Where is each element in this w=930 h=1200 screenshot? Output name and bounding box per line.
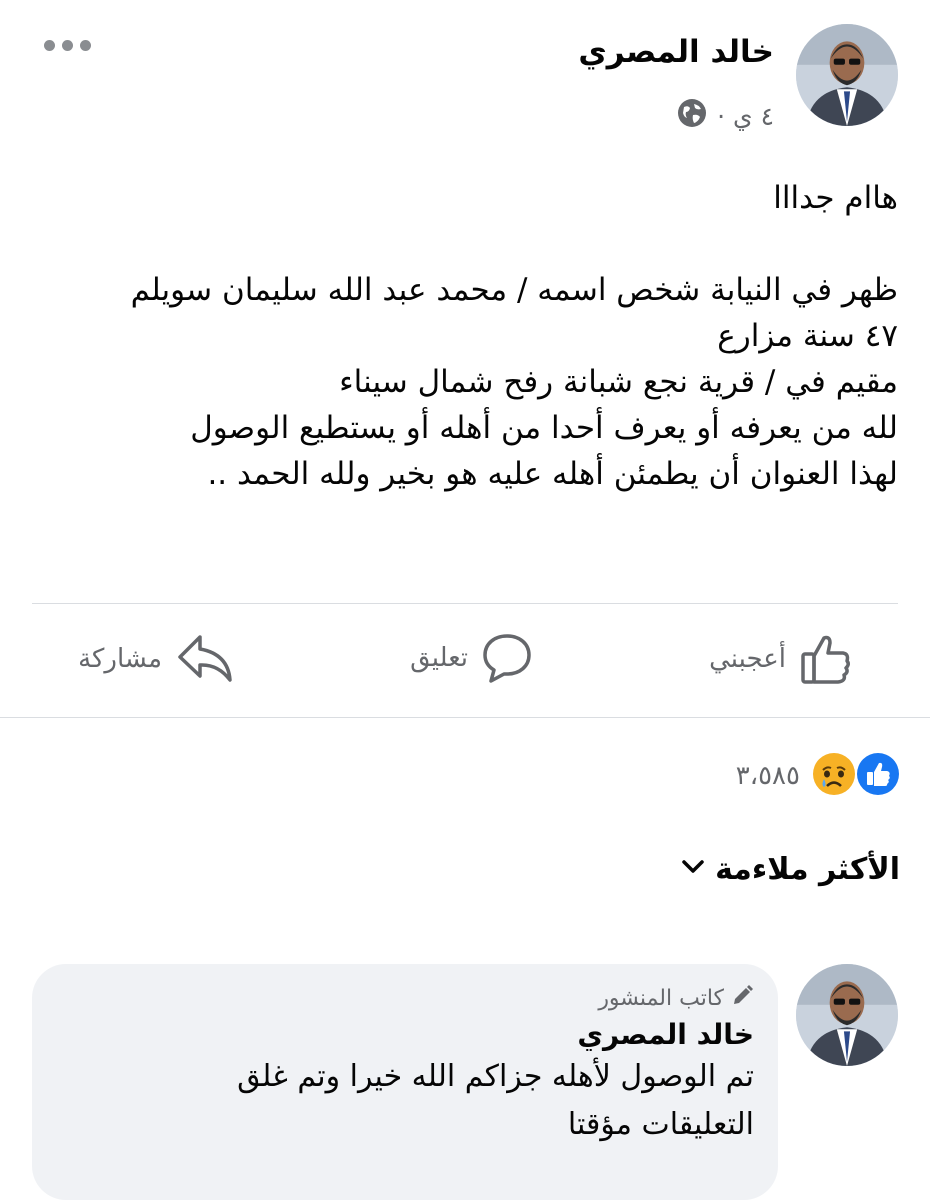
author-badge-label: كاتب المنشور [598, 985, 724, 1011]
more-options-icon[interactable] [44, 40, 91, 51]
comment-bubble: كاتب المنشور خالد المصري تم الوصول لأهله… [32, 964, 778, 1200]
chevron-down-icon [681, 852, 705, 887]
more-dot [44, 40, 55, 51]
sad-icon [812, 752, 856, 800]
share-button[interactable]: مشاركة [78, 632, 234, 686]
sort-label: الأكثر ملاءمة [715, 852, 900, 887]
reactions-summary[interactable]: ٣،٥٨٥ [736, 752, 900, 800]
share-icon [176, 632, 234, 686]
actions-divider [0, 717, 930, 718]
post-timestamp[interactable]: ٤ ي · [717, 102, 774, 131]
like-button[interactable]: أعجبني [709, 632, 852, 686]
pencil-icon [732, 984, 754, 1012]
comment-icon [482, 632, 532, 684]
comment-button[interactable]: تعليق [410, 632, 532, 684]
reaction-count: ٣،٥٨٥ [735, 761, 800, 791]
author-avatar[interactable] [796, 24, 898, 126]
like-outline-icon [800, 632, 852, 686]
comment-label: تعليق [410, 643, 468, 673]
share-label: مشاركة [78, 644, 162, 674]
post-divider [32, 603, 898, 604]
comments-sort-dropdown[interactable]: الأكثر ملاءمة [681, 852, 900, 887]
globe-icon [677, 98, 707, 134]
author-badge: كاتب المنشور [56, 984, 754, 1012]
comment-text: تم الوصول لأهله جزاكم الله خيرا وتم غلق … [237, 1059, 754, 1142]
more-dot [62, 40, 73, 51]
comment-author-name[interactable]: خالد المصري [56, 1018, 754, 1051]
post-author-name[interactable]: خالد المصري [578, 34, 774, 70]
more-dot [80, 40, 91, 51]
post-text: هاام جدااا ظهر في النيابة شخص اسمه / محم… [130, 180, 898, 492]
comment-author-avatar[interactable] [796, 964, 898, 1066]
like-icon [856, 752, 900, 800]
like-label: أعجبني [709, 644, 786, 674]
post-meta: ٤ ي · [677, 98, 774, 134]
